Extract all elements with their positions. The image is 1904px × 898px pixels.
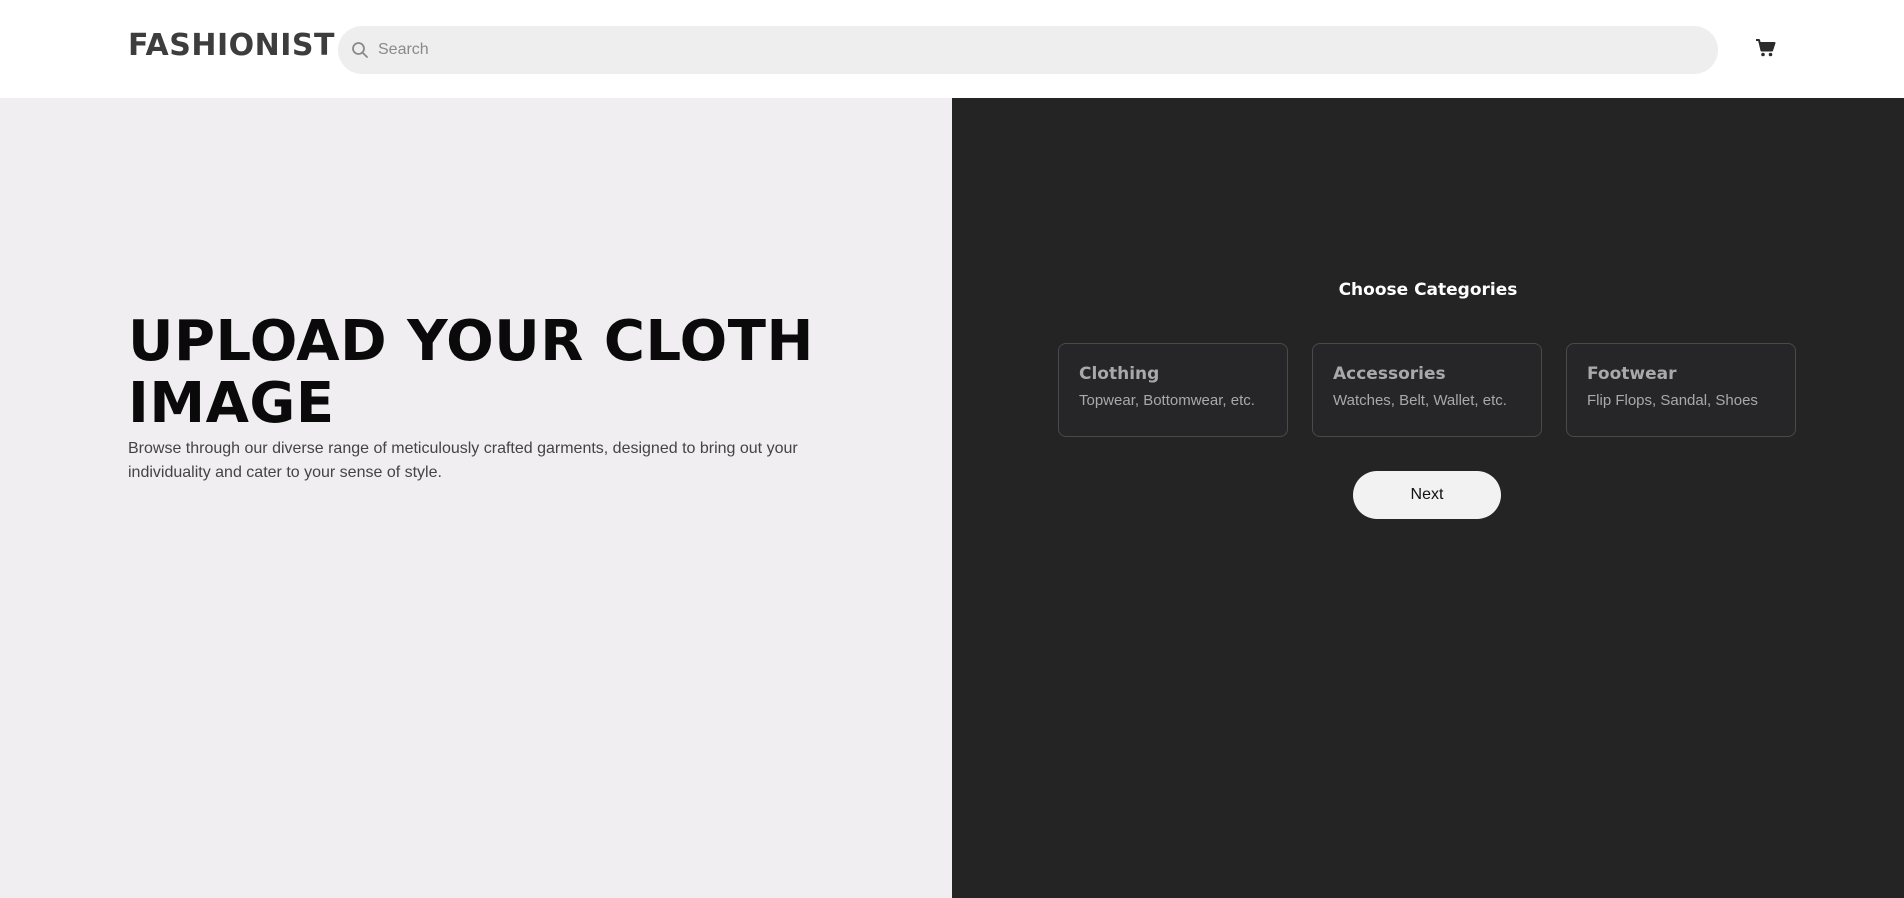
category-title: Accessories <box>1333 364 1446 384</box>
category-title: Footwear <box>1587 364 1677 384</box>
page-description: Browse through our diverse range of meti… <box>128 440 798 481</box>
category-subtitle: Flip Flops, Sandal, Shoes <box>1587 392 1758 409</box>
top-header: FASHIONIST <box>0 0 1904 98</box>
site-logo[interactable]: FASHIONIST <box>128 28 335 63</box>
category-card-clothing[interactable]: Clothing Topwear, Bottomwear, etc. <box>1058 343 1288 437</box>
categories-heading: Choose Categories <box>1338 280 1518 300</box>
page-title: UPLOAD YOUR CLOTH IMAGE <box>128 309 814 436</box>
category-title: Clothing <box>1079 364 1160 384</box>
search-bar[interactable] <box>338 26 1718 74</box>
search-icon <box>350 40 370 60</box>
cart-icon[interactable] <box>1755 38 1777 58</box>
category-subtitle: Watches, Belt, Wallet, etc. <box>1333 392 1507 409</box>
next-button[interactable]: Next <box>1353 471 1501 519</box>
search-input[interactable] <box>378 26 1698 74</box>
category-card-footwear[interactable]: Footwear Flip Flops, Sandal, Shoes <box>1566 343 1796 437</box>
upload-intro-panel <box>0 98 952 898</box>
category-subtitle: Topwear, Bottomwear, etc. <box>1079 392 1255 409</box>
category-card-accessories[interactable]: Accessories Watches, Belt, Wallet, etc. <box>1312 343 1542 437</box>
